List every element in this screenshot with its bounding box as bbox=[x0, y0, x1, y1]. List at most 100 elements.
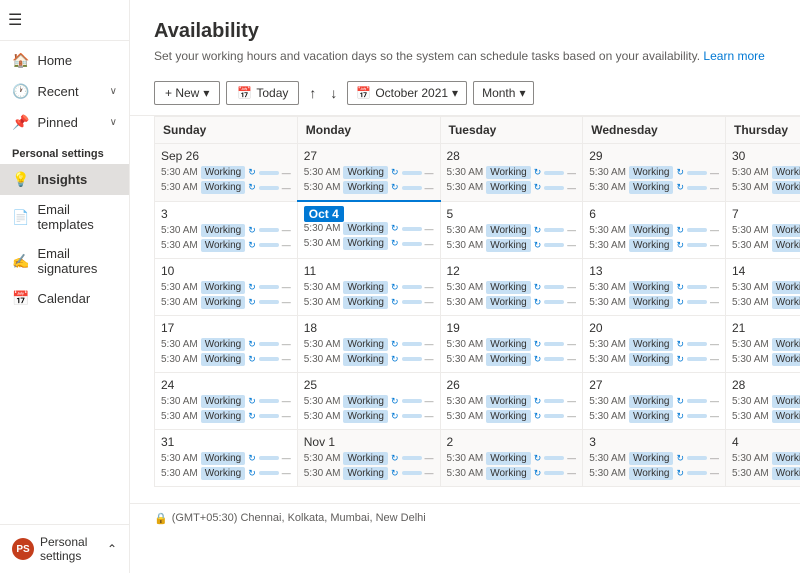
work-entry[interactable]: 5:30 AM Working ↻ — bbox=[447, 224, 577, 237]
sidebar-item-email-templates[interactable]: 📄 Email templates bbox=[0, 195, 129, 239]
work-entry[interactable]: 5:30 AM Working ↻ — bbox=[161, 410, 291, 423]
calendar-day[interactable]: 10 5:30 AM Working ↻ — 5:30 AM Working ↻… bbox=[155, 258, 298, 315]
work-entry[interactable]: 5:30 AM Working ↻ — bbox=[304, 395, 434, 408]
calendar-day[interactable]: 13 5:30 AM Working ↻ — 5:30 AM Working ↻… bbox=[583, 258, 726, 315]
work-entry[interactable]: 5:30 AM Working ↻ — bbox=[304, 296, 434, 309]
work-entry[interactable]: 5:30 AM Working ↻ — bbox=[447, 452, 577, 465]
next-month-button[interactable]: ↓ bbox=[326, 81, 341, 105]
calendar-day[interactable]: 4 5:30 AM Working ↻ — 5:30 AM Working ↻ … bbox=[726, 429, 800, 486]
work-entry[interactable]: 5:30 AM Working ↻ — bbox=[161, 338, 291, 351]
work-entry[interactable]: 5:30 AM Working ↻ — bbox=[589, 338, 719, 351]
calendar-day[interactable]: 3 5:30 AM Working ↻ — 5:30 AM Working ↻ … bbox=[155, 201, 298, 258]
work-entry[interactable]: 5:30 AM Working ↻ — bbox=[732, 166, 800, 179]
work-entry[interactable]: 5:30 AM Working ↻ — bbox=[304, 338, 434, 351]
work-entry[interactable]: 5:30 AM Working ↻ — bbox=[304, 237, 434, 250]
calendar-day[interactable]: Sep 26 5:30 AM Working ↻ — 5:30 AM Worki… bbox=[155, 144, 298, 202]
work-entry[interactable]: 5:30 AM Working ↻ — bbox=[732, 452, 800, 465]
sidebar-item-email-signatures[interactable]: ✍ Email signatures bbox=[0, 239, 129, 283]
work-entry[interactable]: 5:30 AM Working ↻ — bbox=[161, 353, 291, 366]
work-entry[interactable]: 5:30 AM Working ↻ — bbox=[589, 410, 719, 423]
sidebar-item-insights[interactable]: 💡 Insights bbox=[0, 164, 129, 195]
work-entry[interactable]: 5:30 AM Working ↻ — bbox=[304, 353, 434, 366]
work-entry[interactable]: 5:30 AM Working ↻ — bbox=[447, 338, 577, 351]
work-entry[interactable]: 5:30 AM Working ↻ — bbox=[447, 281, 577, 294]
work-entry[interactable]: 5:30 AM Working ↻ — bbox=[161, 166, 291, 179]
calendar-day[interactable]: 11 5:30 AM Working ↻ — 5:30 AM Working ↻… bbox=[297, 258, 440, 315]
calendar-day[interactable]: 20 5:30 AM Working ↻ — 5:30 AM Working ↻… bbox=[583, 315, 726, 372]
calendar-day[interactable]: 14 5:30 AM Working ↻ — 5:30 AM Working ↻… bbox=[726, 258, 800, 315]
calendar-day[interactable]: 26 5:30 AM Working ↻ — 5:30 AM Working ↻… bbox=[440, 372, 583, 429]
work-entry[interactable]: 5:30 AM Working ↻ — bbox=[589, 181, 719, 194]
sidebar-item-recent[interactable]: 🕐 Recent ∨ bbox=[0, 76, 129, 107]
sidebar-item-home[interactable]: 🏠 Home bbox=[0, 45, 129, 76]
work-entry[interactable]: 5:30 AM Working ↻ — bbox=[589, 353, 719, 366]
work-entry[interactable]: 5:30 AM Working ↻ — bbox=[732, 353, 800, 366]
calendar-day[interactable]: 27 5:30 AM Working ↻ — 5:30 AM Working ↻… bbox=[297, 144, 440, 202]
work-entry[interactable]: 5:30 AM Working ↻ — bbox=[732, 281, 800, 294]
work-entry[interactable]: 5:30 AM Working ↻ — bbox=[447, 467, 577, 480]
work-entry[interactable]: 5:30 AM Working ↻ — bbox=[589, 239, 719, 252]
sidebar-item-pinned[interactable]: 📌 Pinned ∨ bbox=[0, 107, 129, 138]
work-entry[interactable]: 5:30 AM Working ↻ — bbox=[447, 296, 577, 309]
work-entry[interactable]: 5:30 AM Working ↻ — bbox=[447, 353, 577, 366]
work-entry[interactable]: 5:30 AM Working ↻ — bbox=[161, 224, 291, 237]
work-entry[interactable]: 5:30 AM Working ↻ — bbox=[447, 395, 577, 408]
work-entry[interactable]: 5:30 AM Working ↻ — bbox=[161, 452, 291, 465]
work-entry[interactable]: 5:30 AM Working ↻ — bbox=[589, 296, 719, 309]
work-entry[interactable]: 5:30 AM Working ↻ — bbox=[589, 224, 719, 237]
today-button[interactable]: 📅 Today bbox=[226, 81, 299, 105]
calendar-day[interactable]: 25 5:30 AM Working ↻ — 5:30 AM Working ↻… bbox=[297, 372, 440, 429]
calendar-day[interactable]: 17 5:30 AM Working ↻ — 5:30 AM Working ↻… bbox=[155, 315, 298, 372]
work-entry[interactable]: 5:30 AM Working ↻ — bbox=[304, 467, 434, 480]
calendar-day[interactable]: 3 5:30 AM Working ↻ — 5:30 AM Working ↻ … bbox=[583, 429, 726, 486]
work-entry[interactable]: 5:30 AM Working ↻ — bbox=[732, 410, 800, 423]
calendar-day[interactable]: 27 5:30 AM Working ↻ — 5:30 AM Working ↻… bbox=[583, 372, 726, 429]
calendar-day[interactable]: Nov 1 5:30 AM Working ↻ — 5:30 AM Workin… bbox=[297, 429, 440, 486]
calendar-day[interactable]: 7 5:30 AM Working ↻ — 5:30 AM Working ↻ … bbox=[726, 201, 800, 258]
work-entry[interactable]: 5:30 AM Working ↻ — bbox=[447, 239, 577, 252]
work-entry[interactable]: 5:30 AM Working ↻ — bbox=[161, 467, 291, 480]
calendar-day[interactable]: 24 5:30 AM Working ↻ — 5:30 AM Working ↻… bbox=[155, 372, 298, 429]
work-entry[interactable]: 5:30 AM Working ↻ — bbox=[161, 181, 291, 194]
work-entry[interactable]: 5:30 AM Working ↻ — bbox=[304, 452, 434, 465]
learn-more-link[interactable]: Learn more bbox=[703, 49, 764, 63]
work-entry[interactable]: 5:30 AM Working ↻ — bbox=[732, 395, 800, 408]
work-entry[interactable]: 5:30 AM Working ↻ — bbox=[732, 338, 800, 351]
work-entry[interactable]: 5:30 AM Working ↻ — bbox=[589, 452, 719, 465]
work-entry[interactable]: 5:30 AM Working ↻ — bbox=[447, 410, 577, 423]
calendar-day[interactable]: 12 5:30 AM Working ↻ — 5:30 AM Working ↻… bbox=[440, 258, 583, 315]
view-selector[interactable]: Month ▾ bbox=[473, 81, 534, 105]
work-entry[interactable]: 5:30 AM Working ↻ — bbox=[161, 281, 291, 294]
work-entry[interactable]: 5:30 AM Working ↻ — bbox=[447, 166, 577, 179]
calendar-day[interactable]: 28 5:30 AM Working ↻ — 5:30 AM Working ↻… bbox=[726, 372, 800, 429]
work-entry[interactable]: 5:30 AM Working ↻ — bbox=[161, 239, 291, 252]
work-entry[interactable]: 5:30 AM Working ↻ — bbox=[304, 410, 434, 423]
calendar-day[interactable]: 6 5:30 AM Working ↻ — 5:30 AM Working ↻ … bbox=[583, 201, 726, 258]
hamburger-icon[interactable]: ☰ bbox=[8, 12, 22, 29]
calendar-day[interactable]: 18 5:30 AM Working ↻ — 5:30 AM Working ↻… bbox=[297, 315, 440, 372]
work-entry[interactable]: 5:30 AM Working ↻ — bbox=[589, 166, 719, 179]
month-selector[interactable]: 📅 October 2021 ▾ bbox=[347, 81, 467, 105]
prev-month-button[interactable]: ↑ bbox=[305, 81, 320, 105]
sidebar-item-calendar[interactable]: 📅 Calendar bbox=[0, 283, 129, 314]
work-entry[interactable]: 5:30 AM Working ↻ — bbox=[732, 181, 800, 194]
work-entry[interactable]: 5:30 AM Working ↻ — bbox=[732, 296, 800, 309]
calendar-day[interactable]: 19 5:30 AM Working ↻ — 5:30 AM Working ↻… bbox=[440, 315, 583, 372]
calendar-day[interactable]: 29 5:30 AM Working ↻ — 5:30 AM Working ↻… bbox=[583, 144, 726, 202]
work-entry[interactable]: 5:30 AM Working ↻ — bbox=[732, 224, 800, 237]
work-entry[interactable]: 5:30 AM Working ↻ — bbox=[589, 395, 719, 408]
calendar-day[interactable]: 5 5:30 AM Working ↻ — 5:30 AM Working ↻ … bbox=[440, 201, 583, 258]
sidebar-footer[interactable]: PS Personal settings ⌃ bbox=[0, 524, 129, 573]
calendar-day[interactable]: 21 5:30 AM Working ↻ — 5:30 AM Working ↻… bbox=[726, 315, 800, 372]
work-entry[interactable]: 5:30 AM Working ↻ — bbox=[732, 239, 800, 252]
calendar-day[interactable]: Oct 4 5:30 AM Working ↻ — 5:30 AM Workin… bbox=[297, 201, 440, 258]
work-entry[interactable]: 5:30 AM Working ↻ — bbox=[589, 281, 719, 294]
work-entry[interactable]: 5:30 AM Working ↻ — bbox=[447, 181, 577, 194]
calendar-day[interactable]: 31 5:30 AM Working ↻ — 5:30 AM Working ↻… bbox=[155, 429, 298, 486]
work-entry[interactable]: 5:30 AM Working ↻ — bbox=[161, 296, 291, 309]
calendar-day[interactable]: 2 5:30 AM Working ↻ — 5:30 AM Working ↻ … bbox=[440, 429, 583, 486]
work-entry[interactable]: 5:30 AM Working ↻ — bbox=[304, 166, 434, 179]
calendar-day[interactable]: 28 5:30 AM Working ↻ — 5:30 AM Working ↻… bbox=[440, 144, 583, 202]
work-entry[interactable]: 5:30 AM Working ↻ — bbox=[732, 467, 800, 480]
work-entry[interactable]: 5:30 AM Working ↻ — bbox=[304, 222, 434, 235]
